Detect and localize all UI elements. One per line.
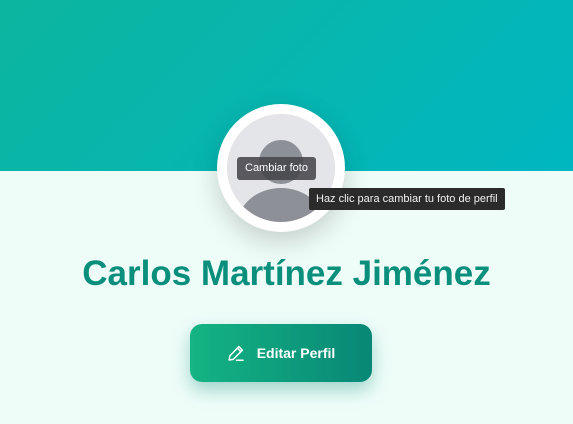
change-photo-tooltip: Haz clic para cambiar tu foto de perfil xyxy=(309,188,505,210)
profile-name: Carlos Martínez Jiménez xyxy=(82,254,491,293)
edit-profile-label: Editar Perfil xyxy=(256,345,336,361)
change-photo-label[interactable]: Cambiar foto xyxy=(237,157,316,180)
edit-profile-button[interactable]: Editar Perfil xyxy=(190,324,372,382)
pencil-icon xyxy=(227,344,245,362)
